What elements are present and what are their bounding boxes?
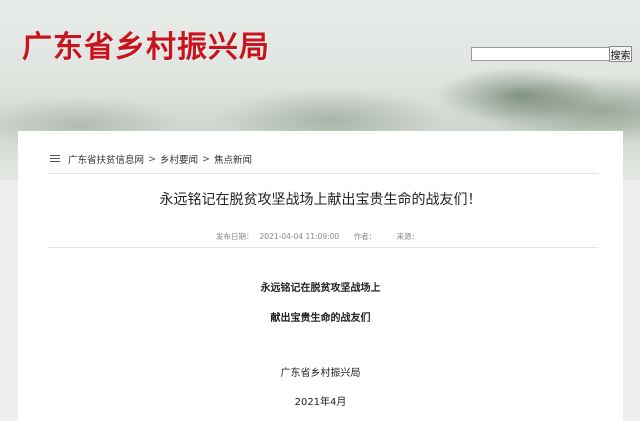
body-paragraph: 永远铭记在脱贫攻坚战场上 xyxy=(260,283,381,294)
breadcrumb-item-focus[interactable]: 焦点新闻 xyxy=(214,152,252,166)
body-paragraph: 献出宝贵生命的战友们 xyxy=(270,313,371,324)
source-label: 来源： xyxy=(396,232,419,241)
article-card: 广东省扶贫信息网 > 乡村要闻 > 焦点新闻 永远铭记在脱贫攻坚战场上献出宝贵生… xyxy=(18,131,623,421)
publish-label: 发布日期： xyxy=(216,232,254,241)
breadcrumb-item-home[interactable]: 广东省扶贫信息网 xyxy=(68,152,144,166)
body-signature: 广东省乡村振兴局 xyxy=(280,368,361,379)
divider xyxy=(48,173,598,174)
breadcrumb-item-news[interactable]: 乡村要闻 xyxy=(160,152,198,166)
breadcrumb-separator: > xyxy=(202,153,210,165)
author-label: 作者： xyxy=(353,232,377,241)
search-input[interactable] xyxy=(471,47,610,61)
breadcrumb: 广东省扶贫信息网 > 乡村要闻 > 焦点新闻 xyxy=(50,152,252,166)
search-button[interactable]: 搜索 xyxy=(609,46,632,62)
breadcrumb-separator: > xyxy=(148,153,156,165)
divider xyxy=(48,247,598,248)
publish-date: 2021-04-04 11:09:00 xyxy=(259,232,340,241)
menu-icon xyxy=(50,155,60,163)
body-date: 2021年4月 xyxy=(294,397,347,408)
site-title: 广东省乡村振兴局 xyxy=(22,30,270,65)
article-meta: 发布日期： 2021-04-04 11:09:00 作者： 来源： xyxy=(18,231,623,242)
article-title: 永远铭记在脱贫攻坚战场上献出宝贵生命的战友们！ xyxy=(159,192,482,208)
